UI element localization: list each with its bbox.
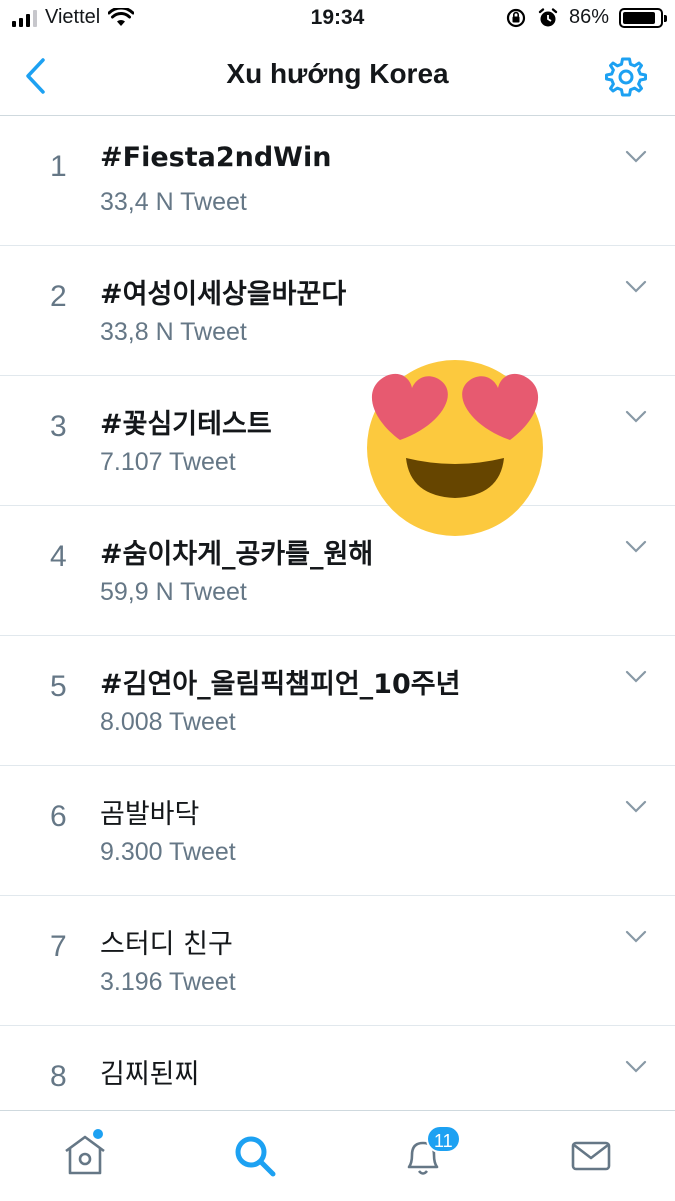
trend-item[interactable]: 1 #Fiesta2ndWin 33,4 N Tweet — [0, 116, 675, 246]
trend-name: 스터디 친구 — [100, 929, 233, 960]
trend-rank: 4 — [50, 540, 67, 573]
status-bar: Viettel 19:34 86% — [0, 0, 675, 40]
trend-rank: 6 — [50, 800, 67, 833]
trend-name: 곰발바닥 — [100, 799, 200, 830]
battery-percent: 86% — [568, 6, 609, 28]
chevron-down-icon[interactable] — [625, 540, 647, 554]
trend-name: #숨이차게_공카를_원해 — [100, 539, 374, 570]
trend-rank: 8 — [50, 1060, 67, 1093]
trend-item[interactable]: 2 #여성이세상을바꾼다 33,8 N Tweet — [0, 246, 675, 376]
chevron-down-icon[interactable] — [625, 410, 647, 424]
heart-eyes-emoji-icon — [367, 360, 543, 536]
chevron-down-icon[interactable] — [625, 280, 647, 294]
messages-tab[interactable] — [566, 1131, 616, 1181]
trend-item[interactable]: 4 #숨이차게_공카를_원해 59,9 N Tweet — [0, 506, 675, 636]
home-icon — [65, 1135, 105, 1175]
trend-rank: 7 — [50, 930, 67, 963]
messages-icon — [571, 1141, 611, 1171]
trend-item[interactable]: 8 김찌된찌 — [0, 1026, 675, 1110]
search-tab[interactable] — [230, 1131, 280, 1181]
settings-button[interactable] — [605, 56, 647, 98]
trend-rank: 3 — [50, 410, 67, 443]
alarm-icon — [538, 7, 558, 26]
tab-bar: 11 — [0, 1110, 675, 1201]
trend-item[interactable]: 5 #김연아_올림픽챔피언_10주년 8.008 Tweet — [0, 636, 675, 766]
trend-tweet-count: 33,4 N Tweet — [100, 188, 247, 216]
trend-tweet-count: 7.107 Tweet — [100, 448, 236, 476]
nav-bar: Xu hướng Korea — [0, 40, 675, 116]
trend-name: #Fiesta2ndWin — [100, 142, 332, 173]
chevron-down-icon[interactable] — [625, 150, 647, 164]
trend-rank: 2 — [50, 280, 67, 313]
new-content-dot — [93, 1129, 103, 1139]
trend-item[interactable]: 6 곰발바닥 9.300 Tweet — [0, 766, 675, 896]
trend-tweet-count: 9.300 Tweet — [100, 838, 236, 866]
chevron-down-icon[interactable] — [625, 800, 647, 814]
trend-name: 김찌된찌 — [100, 1059, 200, 1090]
battery-icon — [619, 7, 667, 28]
chevron-down-icon[interactable] — [625, 1060, 647, 1074]
status-right: 86% — [505, 6, 667, 29]
trend-name: #여성이세상을바꾼다 — [100, 279, 347, 310]
trend-item[interactable]: 3 #꽃심기테스트 7.107 Tweet — [0, 376, 675, 506]
chevron-down-icon[interactable] — [625, 930, 647, 944]
orientation-lock-icon — [506, 8, 526, 27]
search-icon — [235, 1136, 276, 1177]
trend-item[interactable]: 7 스터디 친구 3.196 Tweet — [0, 896, 675, 1026]
trend-tweet-count: 3.196 Tweet — [100, 968, 236, 996]
trend-tweet-count: 59,9 N Tweet — [100, 578, 247, 606]
trend-rank: 5 — [50, 670, 67, 703]
home-tab[interactable] — [60, 1131, 110, 1181]
trend-name: #꽃심기테스트 — [100, 409, 272, 440]
trend-list: 1 #Fiesta2ndWin 33,4 N Tweet 2 #여성이세상을바꾼… — [0, 116, 675, 1110]
trend-tweet-count: 33,8 N Tweet — [100, 318, 247, 346]
gear-icon — [605, 57, 647, 97]
chevron-down-icon[interactable] — [625, 670, 647, 684]
trend-tweet-count: 8.008 Tweet — [100, 708, 236, 736]
trend-name: #김연아_올림픽챔피언_10주년 — [100, 669, 461, 700]
trend-rank: 1 — [50, 150, 67, 183]
notifications-badge: 11 — [426, 1125, 461, 1153]
page-title: Xu hướng Korea — [226, 58, 449, 89]
